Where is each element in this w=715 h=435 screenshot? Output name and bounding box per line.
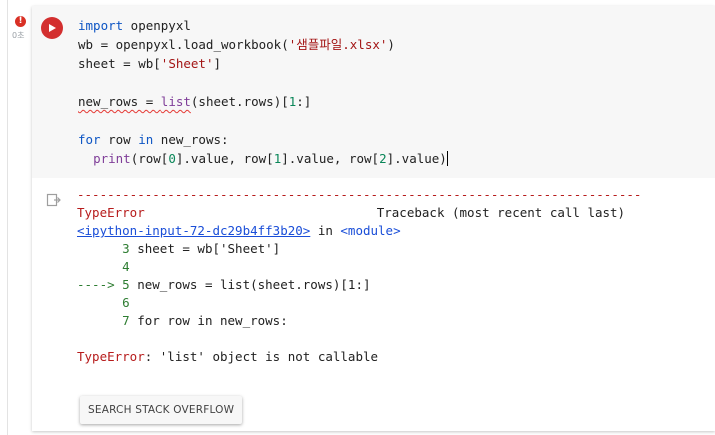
traceback-line: 6: [77, 295, 130, 310]
code-cell[interactable]: import openpyxl wb = openpyxl.load_workb…: [32, 6, 715, 431]
code-line-5: new_rows = list(sheet.rows)[1:]: [78, 94, 312, 109]
gutter-divider: [7, 0, 8, 435]
code-line-1: import openpyxl: [78, 18, 191, 33]
error-message-line: TypeError: 'list' object is not callable: [77, 349, 379, 364]
lint-warning-underline[interactable]: new_rows = list: [78, 94, 191, 109]
traceback-location-line: <ipython-input-72-dc29b4ff3b20> in <modu…: [77, 223, 401, 238]
traceback-line: 3 sheet = wb['Sheet']: [77, 241, 281, 256]
traceback-line: 7 for row in new_rows:: [77, 313, 288, 328]
code-line-7: for row in new_rows:: [78, 132, 229, 147]
execution-time: 0초: [12, 31, 25, 40]
code-line-2: wb = openpyxl.load_workbook('샘플파일.xlsx'): [78, 37, 395, 52]
traceback-line: 4: [77, 259, 130, 274]
code-input-area[interactable]: import openpyxl wb = openpyxl.load_workb…: [32, 6, 715, 178]
traceback-header-line: TypeError Traceback (most recent call las…: [77, 205, 626, 220]
code-line-8: print(row[0].value, row[1].value, row[2]…: [93, 151, 448, 166]
search-stack-overflow-button[interactable]: SEARCH STACK OVERFLOW: [80, 396, 243, 424]
error-status-icon: !: [15, 16, 26, 27]
ipython-input-link[interactable]: <ipython-input-72-dc29b4ff3b20>: [77, 223, 310, 238]
code-editor[interactable]: import openpyxl wb = openpyxl.load_workb…: [78, 16, 715, 168]
output-clear-icon[interactable]: [46, 192, 62, 208]
traceback-output: ----------------------------------------…: [77, 186, 641, 366]
cell-output: ----------------------------------------…: [32, 178, 715, 431]
traceback-divider: ----------------------------------------…: [77, 187, 642, 202]
play-icon: [49, 24, 56, 32]
code-line-3: sheet = wb['Sheet']: [78, 56, 222, 71]
traceback-error-line: ----> 5 new_rows = list(sheet.rows)[1:]: [77, 277, 371, 292]
run-cell-button[interactable]: [41, 17, 63, 39]
text-cursor: [446, 151, 448, 166]
